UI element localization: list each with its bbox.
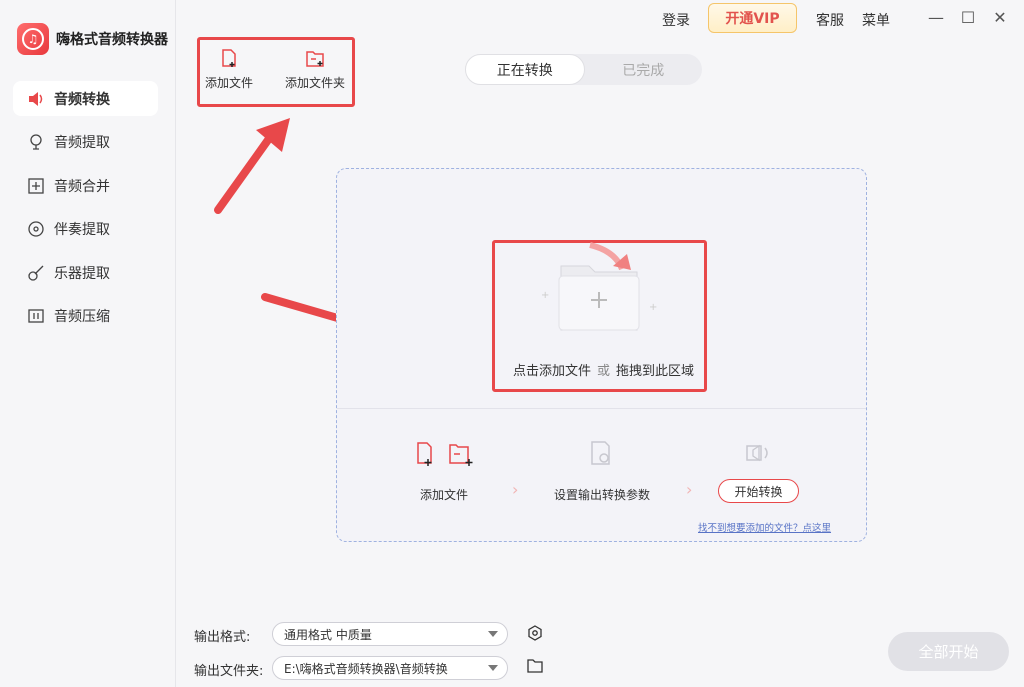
or-text: 或 [597, 364, 611, 379]
status-tabs: 正在转换 已完成 [465, 54, 702, 85]
chevron-down-icon [488, 631, 498, 637]
output-folder-label: 输出文件夹: [194, 664, 264, 679]
output-folder-select[interactable]: E:\嗨格式音频转换器\音频转换 [272, 656, 508, 680]
step-arrow-icon: › [686, 480, 693, 499]
settings-doc-icon [591, 441, 610, 465]
chevron-down-icon [488, 665, 498, 671]
tab-completed[interactable]: 已完成 [585, 54, 703, 85]
output-format-select[interactable]: 通用格式 中质量 [272, 622, 508, 646]
step-add-file-label: 添加文件 [420, 488, 469, 502]
tab-converting[interactable]: 正在转换 [465, 54, 585, 85]
start-all-button[interactable]: 全部开始 [888, 632, 1009, 671]
speaker-icon [746, 444, 768, 462]
output-folder-value: E:\嗨格式音频转换器\音频转换 [284, 661, 448, 676]
click-add-text[interactable]: 点击添加文件 [513, 364, 591, 379]
output-format-value: 通用格式 中质量 [284, 627, 372, 642]
folder-add-icon: + + [541, 242, 657, 331]
output-format-label: 输出格式: [194, 630, 251, 645]
dropzone-divider [337, 408, 866, 409]
svg-text:+: + [541, 290, 549, 301]
start-convert-button[interactable]: 开始转换 [718, 479, 799, 503]
settings-icon[interactable] [527, 625, 543, 641]
dropzone-hint: 点击添加文件或拖拽到此区域 [513, 360, 694, 379]
step-arrow-icon: › [512, 480, 519, 499]
step-add-file-icon [417, 442, 473, 466]
step-set-params-label: 设置输出转换参数 [554, 488, 651, 502]
arrow-to-toolbar [214, 118, 290, 214]
open-folder-icon[interactable] [527, 659, 543, 673]
drag-text: 拖拽到此区域 [616, 364, 695, 379]
svg-text:+: + [649, 302, 657, 313]
help-link[interactable]: 找不到想要添加的文件？点这里 [698, 520, 831, 534]
